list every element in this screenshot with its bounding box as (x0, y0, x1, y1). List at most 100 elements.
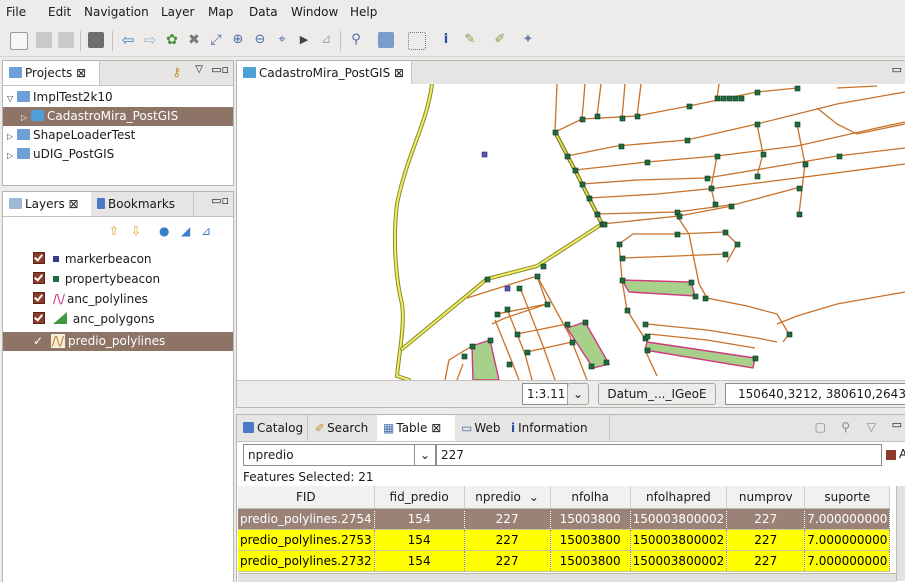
box-select-icon[interactable] (408, 32, 426, 50)
attribute-dropdown-button[interactable]: ⌄ (414, 444, 436, 466)
column-header-suporte[interactable]: suporte (804, 486, 891, 509)
table-cell-fid-predio[interactable]: 154 (374, 508, 465, 530)
table-cell-fid[interactable]: predio_polylines.2754 (238, 508, 375, 530)
tab-search[interactable]: ✐ Search (309, 415, 378, 441)
info-icon[interactable]: i (438, 32, 454, 48)
attribute-select[interactable]: npredio (243, 444, 417, 466)
layer-row-anc-polylines[interactable]: /\/anc_polylines (3, 290, 233, 309)
tree-item-udig-postgis[interactable]: ▷ uDIG_PostGIS (3, 145, 233, 164)
info-zoom-icon[interactable]: ⚲ (348, 32, 364, 48)
table-cell-numprov[interactable]: 227 (726, 550, 806, 572)
play-icon[interactable]: ▶ (296, 32, 312, 48)
map-canvas[interactable] (237, 84, 905, 380)
move-down-icon[interactable]: ⇩ (131, 224, 141, 238)
new-icon[interactable] (10, 32, 28, 50)
table-cell-nfolhapred[interactable]: 150003800002 (630, 529, 728, 551)
table-cell-numprov[interactable]: 227 (726, 508, 806, 530)
zoom-out-icon[interactable]: ⊖ (252, 32, 268, 48)
tab-table[interactable]: ▦ Table ⊠ (377, 415, 458, 441)
zoom-extent-icon[interactable]: ⤢ (208, 32, 224, 48)
layer-visibility-checkbox[interactable] (33, 292, 45, 304)
table-cell-fid[interactable]: predio_polylines.2732 (238, 550, 375, 572)
forward-icon[interactable]: ⇨ (142, 32, 158, 48)
column-header-numprov[interactable]: numprov (726, 486, 806, 509)
tab-catalog[interactable]: Catalog (237, 415, 308, 441)
menu-layer[interactable]: Layer (161, 5, 194, 19)
menu-window[interactable]: Window (291, 5, 338, 19)
table-vertical-scrollbar[interactable] (896, 486, 905, 581)
tree-item-cadastromira[interactable]: ▷ CadastroMira_PostGIS (3, 107, 233, 126)
zoom-in-icon[interactable]: ⊕ (230, 32, 246, 48)
column-header-nfolhapred[interactable]: nfolhapred (630, 486, 728, 509)
expand-icon[interactable]: ▷ (21, 108, 31, 127)
layer-row-propertybeacon[interactable]: propertybeacon (3, 270, 233, 289)
erase-icon[interactable]: ⊿ (318, 32, 334, 48)
minimize-maximize-icon[interactable]: ▭▫ (211, 63, 229, 76)
select-all-icon[interactable]: ▢ (815, 420, 826, 434)
crs-button[interactable]: Datum_..._IGeoE (598, 383, 716, 405)
tree-item-impltest[interactable]: ▽ ImplTest2k10 (3, 88, 233, 107)
table-cell-nfolha[interactable]: 15003800 (550, 550, 631, 572)
tab-cadastromira-map[interactable]: CadastroMira_PostGIS ⊠ (237, 61, 412, 85)
properties-icon[interactable] (88, 32, 104, 48)
filter-value-input[interactable]: 227 (436, 444, 882, 466)
layer-visibility-checkbox[interactable] (33, 252, 45, 264)
layer-row-markerbeacon[interactable]: markerbeacon (3, 250, 233, 269)
table-cell-nfolhapred[interactable]: 150003800002 (630, 508, 728, 530)
create-geometry-icon[interactable]: ✐ (492, 32, 508, 48)
expand-icon[interactable]: ▽ (7, 89, 17, 108)
expand-icon[interactable]: ▷ (7, 146, 17, 165)
save-icon[interactable] (36, 32, 52, 48)
tree-item-shapeloadertest[interactable]: ▷ ShapeLoaderTest (3, 126, 233, 145)
scale-dropdown-button[interactable]: ⌄ (567, 383, 589, 405)
tab-layers[interactable]: Layers ⊠ (3, 192, 92, 216)
table-cell-fid[interactable]: predio_polylines.2753 (238, 529, 375, 551)
table-cell-npredio[interactable]: 227 (464, 508, 551, 530)
minimize-maximize-icon[interactable]: ▭ (892, 418, 902, 431)
style-icon[interactable]: ◢ (181, 224, 190, 238)
table-cell-nfolha[interactable]: 15003800 (550, 529, 631, 551)
layer-visibility-checkbox[interactable] (33, 272, 45, 284)
back-icon[interactable]: ⇦ (120, 32, 136, 48)
table-cell-npredio[interactable]: 227 (464, 550, 551, 572)
menu-map[interactable]: Map (208, 5, 233, 19)
view-menu-icon[interactable]: ▽ (867, 420, 876, 434)
refresh-icon[interactable]: ✿ (164, 32, 180, 48)
minimize-maximize-icon[interactable]: ▭ (892, 63, 902, 76)
table-row[interactable]: predio_polylines.2754 154 227 15003800 15000… (238, 508, 891, 530)
table-cell-suporte[interactable]: 7.000000000 (804, 550, 891, 572)
column-header-fid[interactable]: FID (238, 486, 375, 509)
feature-tool-icon[interactable]: ✦ (520, 32, 536, 48)
table-cell-npredio[interactable]: 227 (464, 529, 551, 551)
table-cell-fid-predio[interactable]: 154 (374, 550, 465, 572)
view-menu-icon[interactable]: ▽ (195, 64, 203, 75)
column-header-npredio[interactable]: npredio ⌄ (464, 486, 551, 509)
menu-data[interactable]: Data (249, 5, 278, 19)
tab-bookmarks[interactable]: Bookmarks (91, 192, 194, 216)
link-icon[interactable]: ⚷ (172, 65, 181, 79)
table-cell-numprov[interactable]: 227 (726, 529, 806, 551)
coordinates-field[interactable]: 150640,3212, 380610,2643 (725, 383, 905, 405)
layer-row-anc-polygons[interactable]: anc_polygons (3, 310, 233, 329)
table-cell-suporte[interactable]: 7.000000000 (804, 529, 891, 551)
scale-field[interactable]: 1:3.11 (522, 383, 568, 405)
tab-web[interactable]: ▭ Web (455, 415, 506, 441)
move-up-icon[interactable]: ⇧ (109, 224, 119, 238)
menu-file[interactable]: File (6, 5, 26, 19)
zoom-to-selection-icon[interactable]: ⚲ (841, 420, 850, 434)
layer-visibility-checkbox[interactable]: ✓ (33, 332, 43, 351)
table-cell-fid-predio[interactable]: 154 (374, 529, 465, 551)
filter-checkbox[interactable] (886, 450, 896, 460)
column-header-nfolha[interactable]: nfolha (550, 486, 631, 509)
table-cell-nfolha[interactable]: 15003800 (550, 508, 631, 530)
table-cell-nfolhapred[interactable]: 150003800002 (630, 550, 728, 572)
layer-row-predio-polylines[interactable]: ✓ /\/predio_polylines (3, 332, 233, 351)
remove-layer-icon[interactable]: ⊿ (201, 224, 211, 238)
menu-edit[interactable]: Edit (48, 5, 71, 19)
zoom-selection-icon[interactable]: ⌖ (274, 32, 290, 48)
column-header-fid-predio[interactable]: fid_predio (374, 486, 465, 509)
minimize-maximize-icon[interactable]: ▭▫ (211, 194, 229, 207)
edit-tool-icon[interactable]: ✎ (462, 32, 478, 48)
tab-projects[interactable]: Projects ⊠ (3, 61, 100, 85)
tab-information[interactable]: i Information (505, 415, 610, 441)
